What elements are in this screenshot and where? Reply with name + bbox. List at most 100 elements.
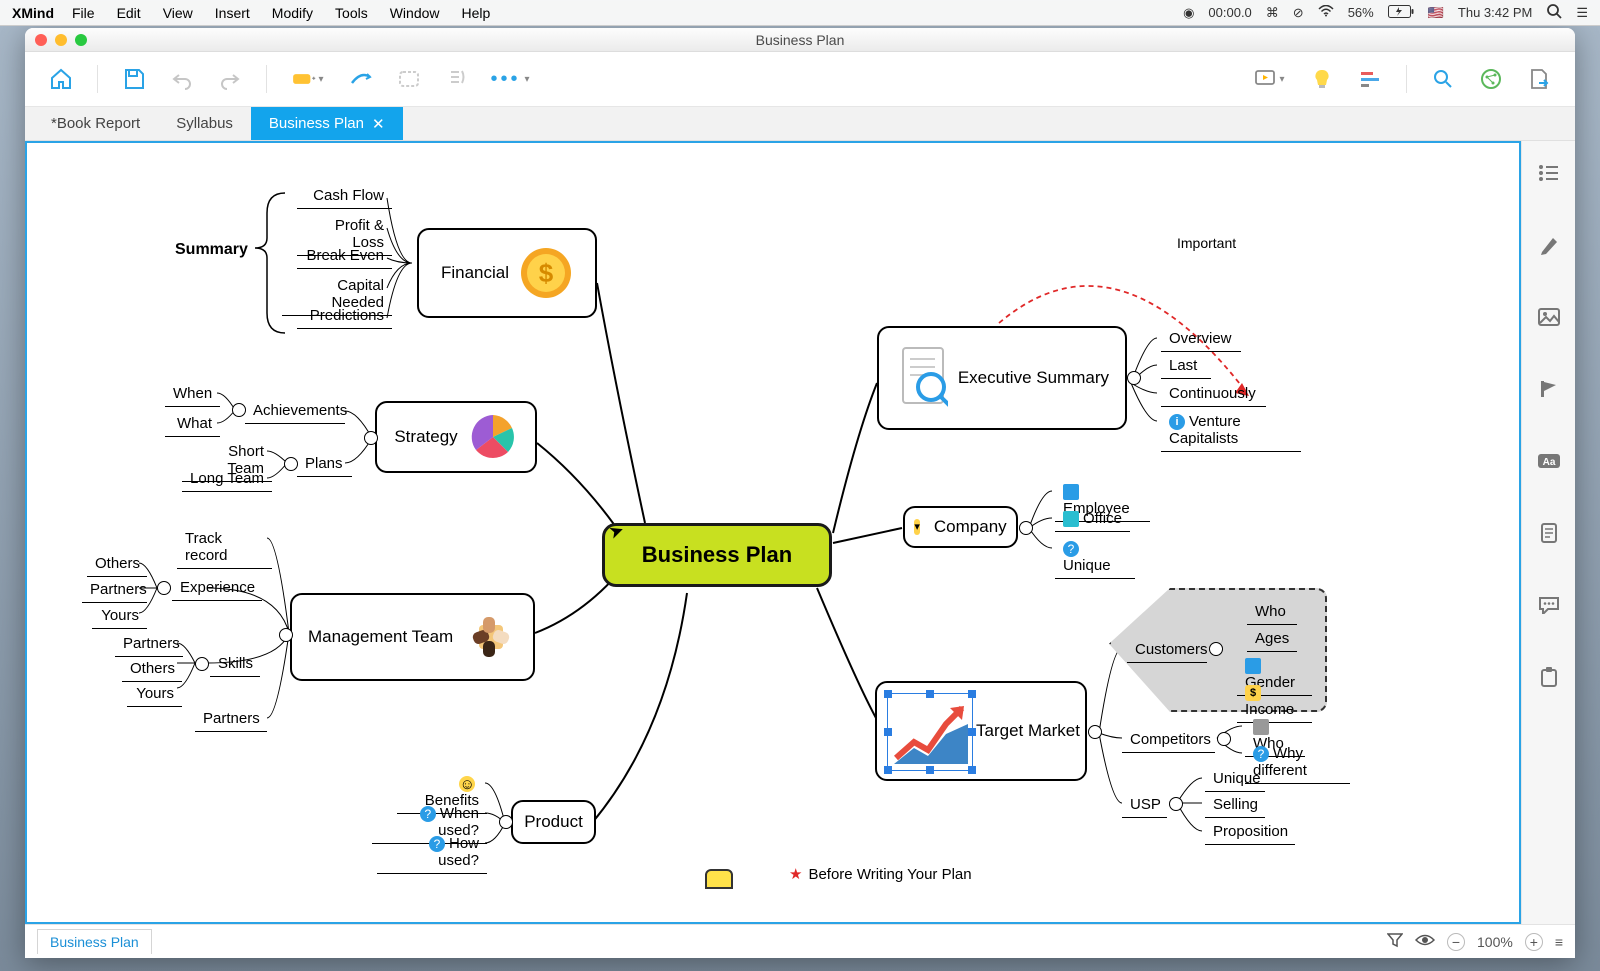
menubar-app[interactable]: XMind	[12, 5, 54, 21]
task-panel-button[interactable]	[1534, 665, 1564, 689]
sub-skills-partners[interactable]: Partners	[115, 631, 183, 657]
sub-when[interactable]: When	[165, 381, 220, 407]
tab-business-plan[interactable]: Business Plan✕	[251, 107, 403, 140]
sub-venture-capitalists[interactable]: iVenture Capitalists	[1161, 409, 1301, 452]
sub-long-team[interactable]: Long Team	[182, 466, 272, 492]
filter-icon[interactable]	[1387, 932, 1403, 951]
node-company[interactable]: ▾ Company	[903, 506, 1018, 548]
sub-skills-others[interactable]: Others	[122, 656, 182, 682]
sub-usp[interactable]: USP	[1122, 792, 1167, 818]
sub-what[interactable]: What	[165, 411, 220, 437]
relationship-button[interactable]	[343, 63, 379, 95]
summary-button[interactable]	[439, 63, 475, 95]
node-financial[interactable]: Financial $	[417, 228, 597, 318]
sub-break-even[interactable]: Break Even	[297, 243, 392, 269]
sub-who[interactable]: Who	[1247, 599, 1297, 625]
mindmap-canvas[interactable]: Business Plan ➤ Financial $ Summary Cash…	[25, 141, 1521, 924]
menu-modify[interactable]: Modify	[272, 5, 313, 21]
redo-button[interactable]	[212, 63, 248, 95]
callout-node[interactable]	[705, 869, 733, 889]
sub-achievements[interactable]: Achievements	[245, 398, 345, 424]
flag-icon[interactable]: 🇺🇸	[1428, 5, 1444, 21]
share-button[interactable]	[1473, 63, 1509, 95]
sub-skills[interactable]: Skills	[210, 651, 260, 677]
sub-continuously[interactable]: Continuously	[1161, 381, 1266, 407]
notes-panel-button[interactable]	[1534, 521, 1564, 545]
sub-overview[interactable]: Overview	[1161, 326, 1241, 352]
root-node[interactable]: Business Plan	[602, 523, 832, 587]
person-icon	[1253, 719, 1269, 735]
sub-team-partners[interactable]: Partners	[195, 706, 267, 732]
sub-predictions[interactable]: Predictions	[297, 303, 392, 329]
sub-customers[interactable]: Customers	[1127, 637, 1207, 663]
spotlight-icon[interactable]	[1546, 3, 1562, 22]
summary-label[interactable]: Summary	[175, 241, 248, 259]
sub-last[interactable]: Last	[1161, 353, 1211, 379]
fit-button[interactable]: ≡	[1555, 934, 1563, 950]
outline-panel-button[interactable]	[1534, 161, 1564, 185]
tab-syllabus[interactable]: Syllabus	[158, 107, 251, 140]
menu-view[interactable]: View	[163, 5, 193, 21]
format-panel-button[interactable]	[1534, 233, 1564, 257]
sub-competitors[interactable]: Competitors	[1122, 727, 1215, 753]
sub-how-used[interactable]: ?How used?	[377, 831, 487, 874]
marker-panel-button[interactable]	[1534, 377, 1564, 401]
tab-book-report[interactable]: *Book Report	[33, 107, 158, 140]
gantt-button[interactable]	[1352, 63, 1388, 95]
sub-skills-yours[interactable]: Yours	[127, 681, 182, 707]
node-strategy[interactable]: Strategy	[375, 401, 537, 473]
search-button[interactable]	[1425, 63, 1461, 95]
node-exec-summary[interactable]: Executive Summary	[877, 326, 1127, 430]
font-panel-button[interactable]: Aa	[1534, 449, 1564, 473]
sub-track-record[interactable]: Track record	[177, 526, 272, 569]
question-icon: ?	[1063, 541, 1079, 557]
menu-tools[interactable]: Tools	[335, 5, 368, 21]
eye-icon[interactable]	[1415, 933, 1435, 950]
titlebar: Business Plan	[25, 28, 1575, 52]
record-icon[interactable]: ◉	[1183, 5, 1194, 21]
node-product[interactable]: Product	[511, 800, 596, 844]
menu-icon[interactable]: ☰	[1576, 5, 1588, 21]
menu-insert[interactable]: Insert	[215, 5, 250, 21]
undo-button[interactable]	[164, 63, 200, 95]
menu-window[interactable]: Window	[390, 5, 440, 21]
callout-before-writing[interactable]: ★Before Writing Your Plan	[789, 865, 972, 883]
sub-usp-unique[interactable]: Unique	[1205, 766, 1265, 792]
document-search-icon	[895, 343, 948, 413]
sub-ages[interactable]: Ages	[1247, 626, 1297, 652]
image-panel-button[interactable]	[1534, 305, 1564, 329]
export-button[interactable]	[1521, 63, 1557, 95]
more-button[interactable]: •••▾	[487, 63, 533, 95]
brainstorm-button[interactable]	[1304, 63, 1340, 95]
comments-panel-button[interactable]	[1534, 593, 1564, 617]
sheet-tab[interactable]: Business Plan	[37, 929, 152, 954]
sub-cash-flow[interactable]: Cash Flow	[297, 183, 392, 209]
wifi-icon[interactable]	[1318, 5, 1334, 20]
battery-icon[interactable]	[1388, 5, 1414, 21]
bluetooth-icon[interactable]: ⌘	[1266, 5, 1279, 21]
present-button[interactable]: ▾	[1246, 63, 1292, 95]
topic-button[interactable]: ▾	[285, 63, 331, 95]
sub-usp-proposition[interactable]: Proposition	[1205, 819, 1295, 845]
sub-usp-selling[interactable]: Selling	[1205, 792, 1265, 818]
menu-edit[interactable]: Edit	[117, 5, 141, 21]
sub-experience[interactable]: Experience	[172, 575, 262, 601]
close-tab-icon[interactable]: ✕	[372, 115, 385, 133]
node-target-market[interactable]: Target Market	[875, 681, 1087, 781]
sub-plans[interactable]: Plans	[297, 451, 352, 477]
sub-exp-others[interactable]: Others	[87, 551, 147, 577]
boundary-button[interactable]	[391, 63, 427, 95]
sub-exp-partners[interactable]: Partners	[82, 577, 147, 603]
sub-unique[interactable]: ?Unique	[1055, 536, 1135, 579]
menu-help[interactable]: Help	[462, 5, 491, 21]
save-button[interactable]	[116, 63, 152, 95]
menu-file[interactable]: File	[72, 5, 95, 21]
sub-exp-yours[interactable]: Yours	[92, 603, 147, 629]
important-label[interactable]: Important	[1177, 235, 1236, 251]
dnd-icon[interactable]: ⊘	[1293, 5, 1304, 21]
sub-office[interactable]: Office	[1055, 506, 1130, 532]
node-team[interactable]: Management Team	[290, 593, 535, 681]
home-button[interactable]	[43, 63, 79, 95]
zoom-in-button[interactable]: +	[1525, 933, 1543, 951]
zoom-out-button[interactable]: −	[1447, 933, 1465, 951]
